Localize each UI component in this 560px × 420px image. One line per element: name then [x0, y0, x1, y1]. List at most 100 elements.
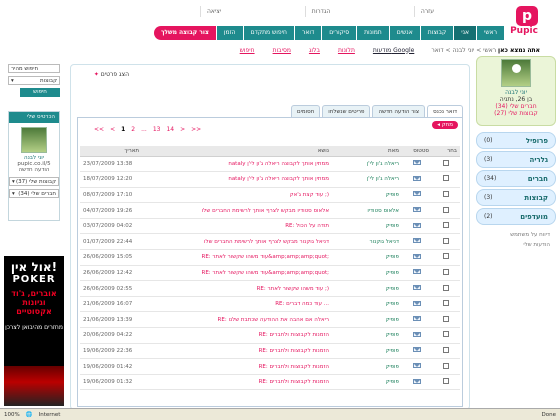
panel-title[interactable]: ✦ הצג פרטים	[94, 71, 129, 78]
nav-photos[interactable]: תמונות	[357, 26, 389, 40]
row-checkbox[interactable]	[443, 222, 449, 229]
delete-button[interactable]: ◂ מחק	[432, 121, 458, 129]
sub-link-blog[interactable]: בלוג	[309, 47, 320, 54]
sub-link-complaints[interactable]: תלונות	[338, 47, 355, 54]
profile-friends-link[interactable]: חברים שלי (34)	[479, 103, 553, 110]
row-from[interactable]: דניאל גוקנור	[332, 233, 402, 251]
row-from[interactable]: פופיק	[332, 265, 402, 282]
nav-reviews[interactable]: סיקורים	[322, 26, 357, 40]
row-subject[interactable]: RE: ריאלה אם אהבה את ההודעה שכתבת שלנו	[142, 311, 332, 329]
table-row[interactable]: 21/06/2009 16:07 RE: עוד כמה דברים ... פופ…	[80, 296, 460, 313]
row-subject[interactable]: דניאל גוקנור מבקש לצרף אותך לרשימת החברי…	[142, 233, 332, 251]
row-subject[interactable]: RE: עוד משהו שקשור לאתר ;)	[142, 280, 332, 297]
create-group-button[interactable]: צור קבוצה משלך	[153, 26, 216, 40]
row-subject[interactable]: RE: הזמנות לקבוצות ולחברים	[142, 327, 332, 344]
row-from[interactable]: פופיק	[332, 358, 402, 375]
row-subject[interactable]: RE: עוד משהו שקשור לאתר&amp;amp;amp;quot…	[142, 265, 332, 282]
table-row[interactable]: 26/06/2009 12:42 RE: עוד משהו שקשור לאתר&…	[80, 265, 460, 282]
table-row[interactable]: 26/06/2009 15:05 RE: עוד משהו שקשור לאתר&…	[80, 249, 460, 266]
nav-home[interactable]: ראשי	[477, 26, 504, 40]
row-checkbox[interactable]	[443, 268, 449, 275]
card-new-message[interactable]: הודעה חדשה	[9, 167, 59, 173]
table-row[interactable]: 18/07/2009 12:20 nataly ממתין אותך לקבוצה…	[80, 171, 460, 188]
row-checkbox[interactable]	[443, 378, 449, 385]
row-from[interactable]: פופיק	[332, 296, 402, 313]
row-subject[interactable]: RE: עוד כמה דברים ...	[142, 296, 332, 313]
side-item-favorites[interactable]: (2) מועדפים	[476, 208, 556, 225]
logout-link[interactable]: יציאה	[200, 6, 227, 17]
table-row[interactable]: 04/07/2009 19:26 אלאוס סטודיו מבקש לצרף א…	[80, 202, 460, 219]
pager-next[interactable]: >	[180, 126, 185, 133]
card-groups-select[interactable]: ▾ קבוצות שלי (37)	[9, 177, 59, 186]
pager-page[interactable]: 14	[166, 126, 174, 133]
col-status[interactable]: סטטוס	[402, 146, 432, 157]
nav-invite[interactable]: הזמן	[216, 26, 243, 40]
tab-sent[interactable]: פריטים שנשלחו	[322, 105, 371, 117]
row-checkbox[interactable]	[443, 346, 449, 353]
row-subject[interactable]: nataly ממתין אותך לקבוצה ריאלה ג'ון לי'ן	[142, 156, 332, 173]
side-item-groups[interactable]: (3) קבוצות	[476, 189, 556, 206]
pager-prev[interactable]: <	[110, 126, 115, 133]
row-from[interactable]: פופיק	[332, 327, 402, 344]
row-checkbox[interactable]	[443, 190, 449, 197]
row-subject[interactable]: RE: הזמנות לקבוצות ולחברים	[142, 358, 332, 375]
breadcrumb-path[interactable]: ראשי > יוני לבנה > דואר	[431, 47, 496, 54]
row-checkbox[interactable]	[443, 253, 449, 260]
report-user-link[interactable]: דיווח על משתמש	[476, 230, 550, 240]
row-from[interactable]: אלאוס סטודיו	[332, 202, 402, 219]
row-from[interactable]: פופיק	[332, 343, 402, 360]
profile-avatar[interactable]	[501, 59, 531, 87]
tab-blocked[interactable]: חסומים	[291, 105, 321, 117]
row-from[interactable]: פופיק	[332, 374, 402, 391]
card-avatar[interactable]	[21, 127, 47, 153]
poker-ad-banner[interactable]: אול אין! POKER אוברים, ג'וד וגיונות אקסו…	[4, 256, 64, 406]
row-subject[interactable]: nataly ממתין אותך לקבוצה ריאלה ג'ון לי'ן	[142, 171, 332, 188]
table-row[interactable]: 08/07/2009 17:10 עוד קצת ג'אק ;) פופיק	[80, 187, 460, 204]
table-row[interactable]: 21/06/2009 13:39 RE: ריאלה אם אהבה את ההו…	[80, 311, 460, 329]
google-ads-link[interactable]: מודעות Google	[373, 47, 414, 54]
side-item-gallery[interactable]: (3) גלריה	[476, 151, 556, 168]
profile-name[interactable]: יוני לבנה	[479, 89, 553, 96]
row-checkbox[interactable]	[443, 175, 449, 182]
row-subject[interactable]: RE: תודה על הכול	[142, 218, 332, 235]
row-checkbox[interactable]	[443, 206, 449, 213]
side-item-profile[interactable]: (0) פרופיל	[476, 132, 556, 149]
row-checkbox[interactable]	[443, 284, 449, 291]
row-checkbox[interactable]	[443, 362, 449, 369]
settings-link[interactable]: הגדרות	[304, 6, 337, 17]
quick-search-input[interactable]: חיפוש מהיר	[8, 64, 60, 73]
col-date[interactable]: תאריך	[80, 146, 142, 157]
row-checkbox[interactable]	[443, 300, 449, 307]
site-logo[interactable]: p Pupic	[502, 6, 546, 40]
row-subject[interactable]: RE: עוד משהו שקשור לאתר&amp;amp;amp;quot…	[142, 249, 332, 266]
tab-compose[interactable]: צור הודעה חדשה	[372, 105, 426, 117]
search-button[interactable]: חיפוש	[20, 88, 60, 97]
row-from[interactable]: פופיק	[332, 249, 402, 266]
help-link[interactable]: עזרה	[413, 6, 440, 17]
row-checkbox[interactable]	[443, 315, 449, 322]
row-checkbox[interactable]	[443, 331, 449, 338]
table-row[interactable]: 20/06/2009 04:22 RE: הזמנות לקבוצות ולחבר…	[80, 327, 460, 344]
table-row[interactable]: 19/06/2009 01:42 RE: הזמנות לקבוצות ולחבר…	[80, 358, 460, 375]
row-from[interactable]: ריאלה ג'ון לי'ן	[332, 156, 402, 173]
pager-page[interactable]: 1	[121, 126, 125, 133]
search-category-select[interactable]: ▾ קבוצות	[8, 76, 60, 85]
nav-mail[interactable]: דואר	[294, 26, 322, 40]
pager-page[interactable]: 13	[153, 126, 161, 133]
zoom-level[interactable]: 100%	[4, 412, 20, 418]
row-checkbox[interactable]	[443, 237, 449, 244]
row-from[interactable]: פופיק	[332, 187, 402, 204]
sub-link-search[interactable]: חיפוש	[240, 47, 255, 54]
card-friends-select[interactable]: ▾ חברים שלי (34)	[9, 189, 59, 198]
row-subject[interactable]: RE: הזמנות לקבוצות ולחברים	[142, 343, 332, 360]
pager-page[interactable]: 2	[131, 126, 135, 133]
table-row[interactable]: 19/06/2009 22:36 RE: הזמנות לקבוצות ולחבר…	[80, 343, 460, 360]
nav-groups[interactable]: קבוצות	[420, 26, 454, 40]
row-from[interactable]: פופיק	[332, 311, 402, 329]
nav-me[interactable]: אני	[454, 26, 476, 40]
table-row[interactable]: 19/06/2009 01:32 RE: הזמנות לקבוצות ולחבר…	[80, 374, 460, 391]
col-subject[interactable]: נושא	[142, 146, 332, 157]
my-messages-link[interactable]: הודעות שלי	[476, 240, 550, 250]
table-row[interactable]: 23/07/2009 13:38 nataly ממתין אותך לקבוצה…	[80, 156, 460, 173]
pager-first[interactable]: <<	[94, 126, 104, 133]
